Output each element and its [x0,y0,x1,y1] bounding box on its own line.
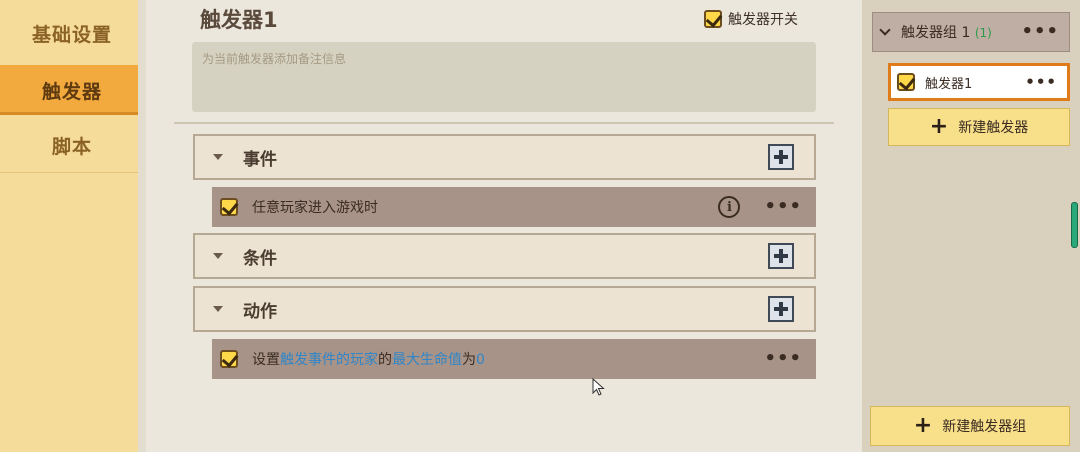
section-actions[interactable]: 动作 [193,286,816,332]
trigger-switch[interactable]: 触发器开关 [704,9,798,29]
trigger-title: 触发器1 [200,8,278,32]
caret-down-icon[interactable] [213,154,223,160]
more-icon[interactable]: ••• [1025,75,1057,90]
add-action-button[interactable] [768,296,794,322]
section-actions-label: 动作 [243,301,277,322]
new-trigger-group-label: 新建触发器组 [942,419,1027,435]
trigger-item-checkbox[interactable] [897,73,915,91]
section-conditions[interactable]: 条件 [193,233,816,279]
action-item-checkbox[interactable] [220,350,238,368]
trigger-group-panel: 触发器组 1 (1) ••• 触发器1 ••• + 新建触发器 + 新建触发器组 [862,0,1080,452]
note-input[interactable]: 为当前触发器添加备注信息 [192,42,816,112]
trigger-group-name: 触发器组 1 (1) [901,22,1021,42]
trigger-list-item[interactable]: 触发器1 ••• [888,63,1070,101]
action-param-value[interactable]: 0 [476,352,485,368]
scrollbar-thumb[interactable] [1071,202,1078,248]
new-trigger-label: 新建触发器 [958,120,1029,136]
action-param-attribute[interactable]: 最大生命值 [392,352,462,368]
section-events[interactable]: 事件 [193,134,816,180]
more-icon[interactable]: ••• [764,198,802,216]
action-item-text: 设置触发事件的玩家的最大生命值为0 [252,349,764,369]
info-icon[interactable]: i [718,196,741,218]
add-condition-button[interactable] [768,243,794,269]
action-item[interactable]: 设置触发事件的玩家的最大生命值为0 ••• [212,339,816,379]
nav-item-basic-settings[interactable]: 基础设置 [0,8,144,58]
plus-icon: + [929,114,949,139]
mouse-cursor-icon [592,378,605,396]
new-trigger-group-button[interactable]: + 新建触发器组 [870,406,1070,446]
trigger-editor: 触发器1 触发器开关 为当前触发器添加备注信息 事件 任意玩家进入游戏时 i •… [146,0,862,452]
new-trigger-button[interactable]: + 新建触发器 [888,108,1070,146]
trigger-group-count: (1) [974,26,992,40]
caret-down-icon[interactable] [213,253,223,259]
action-text-mid: 的 [378,352,392,368]
section-events-label: 事件 [243,149,277,170]
left-nav: 基础设置 触发器 脚本 [0,0,144,452]
event-item[interactable]: 任意玩家进入游戏时 i ••• [212,187,816,227]
trigger-group-header[interactable]: 触发器组 1 (1) ••• [872,12,1070,52]
trigger-switch-label: 触发器开关 [728,12,798,28]
editor-divider [174,122,834,124]
trigger-switch-checkbox[interactable] [704,10,722,28]
section-conditions-label: 条件 [243,248,277,269]
chevron-down-icon[interactable] [879,24,891,36]
add-event-button[interactable] [768,144,794,170]
more-icon[interactable]: ••• [764,350,802,368]
plus-icon: + [913,413,933,438]
action-param-target[interactable]: 触发事件的玩家 [280,352,378,368]
event-item-text: 任意玩家进入游戏时 [252,200,378,216]
nav-divider [0,172,138,173]
event-item-checkbox[interactable] [220,198,238,216]
nav-item-triggers[interactable]: 触发器 [0,65,144,115]
trigger-item-label: 触发器1 [925,76,973,92]
caret-down-icon[interactable] [213,306,223,312]
nav-item-scripts[interactable]: 脚本 [0,120,144,170]
more-icon[interactable]: ••• [1021,23,1059,41]
panel-gap [138,0,146,452]
action-text-suffix: 为 [462,352,476,368]
trigger-group-title: 触发器组 1 [901,25,971,41]
action-text-prefix: 设置 [252,352,280,368]
